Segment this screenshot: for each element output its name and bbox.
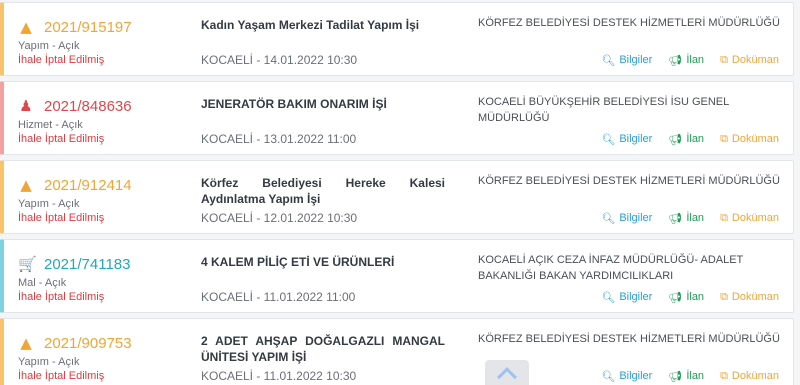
road-icon: ▲ (20, 18, 32, 36)
search-icon: 🔍︎ (601, 369, 616, 383)
copy-icon: ⧉ (720, 132, 728, 145)
tender-id[interactable]: 2021/915197 (44, 19, 132, 36)
document-button[interactable]: ⧉ Doküman (720, 290, 779, 304)
copy-icon: ⧉ (720, 369, 728, 382)
tender-type: Yapım - Açık (18, 198, 80, 210)
cart-icon: 🛒 (18, 255, 37, 273)
tender-status: İhale İptal Edilmiş (18, 54, 105, 66)
tender-id[interactable]: 2021/741183 (44, 256, 130, 273)
tender-id-row[interactable]: 🛒 2021/741183 (18, 255, 130, 273)
tender-organization: KOCAELİ BÜYÜKŞEHİR BELEDİYESİ İSU GENEL … (478, 96, 729, 124)
search-icon: 🔍︎ (601, 132, 616, 146)
copy-icon: ⧉ (720, 290, 728, 303)
tender-location-date: KOCAELİ - 12.01.2022 10:30 (201, 211, 358, 225)
info-button[interactable]: 🔍︎ Bilgiler (601, 369, 652, 383)
announcement-label: İlan (686, 370, 705, 382)
info-label: Bilgiler (619, 212, 653, 224)
tender-actions: 🔍︎ Bilgiler 📢︎ İlan ⧉ Doküman (601, 211, 779, 225)
scroll-to-top-button[interactable] (485, 360, 529, 385)
tender-location-date: KOCAELİ - 13.01.2022 11:00 (201, 132, 357, 146)
copy-icon: ⧉ (720, 211, 728, 224)
megaphone-icon: 📢︎ (668, 211, 683, 225)
tender-actions: 🔍︎ Bilgiler 📢︎ İlan ⧉ Doküman (601, 53, 779, 67)
info-label: Bilgiler (619, 54, 653, 66)
tender-id-row[interactable]: ▲ 2021/912414 (18, 176, 132, 194)
document-button[interactable]: ⧉ Doküman (720, 132, 779, 146)
chevron-up-icon (497, 367, 517, 385)
announcement-button[interactable]: 📢︎ İlan (668, 132, 704, 146)
megaphone-icon: 📢︎ (668, 53, 683, 67)
tender-organization: KOCAELİ AÇIK CEZA İNFAZ MÜDÜRLÜĞÜ- ADALE… (478, 254, 744, 282)
announcement-button[interactable]: 📢︎ İlan (668, 290, 704, 304)
tender-card[interactable]: 🛒 2021/741183 Mal - Açık İhale İptal Edi… (0, 239, 794, 313)
document-label: Doküman (731, 291, 779, 303)
tender-status: İhale İptal Edilmiş (18, 212, 105, 224)
tender-location-date: KOCAELİ - 11.01.2022 11:00 (201, 290, 356, 304)
tender-id-row[interactable]: ▲ 2021/915197 (18, 18, 132, 36)
search-icon: 🔍︎ (601, 290, 616, 304)
announcement-button[interactable]: 📢︎ İlan (668, 53, 704, 67)
document-button[interactable]: ⧉ Doküman (720, 53, 779, 67)
tender-id-row[interactable]: ♟ 2021/848636 (18, 97, 132, 115)
tender-type: Mal - Açık (18, 277, 67, 289)
document-label: Doküman (731, 133, 779, 145)
tender-status: İhale İptal Edilmiş (18, 370, 105, 382)
document-label: Doküman (731, 212, 779, 224)
tender-title[interactable]: Körfez Belediyesi Hereke Kalesi Aydınlat… (201, 175, 445, 207)
announcement-button[interactable]: 📢︎ İlan (668, 369, 704, 383)
info-button[interactable]: 🔍︎ Bilgiler (601, 132, 652, 146)
info-button[interactable]: 🔍︎ Bilgiler (601, 211, 652, 225)
info-label: Bilgiler (619, 133, 653, 145)
megaphone-icon: 📢︎ (668, 132, 683, 146)
announcement-label: İlan (686, 212, 705, 224)
document-label: Doküman (731, 370, 779, 382)
info-button[interactable]: 🔍︎ Bilgiler (601, 53, 652, 67)
tender-organization: KÖRFEZ BELEDİYESİ DESTEK HİZMETLERİ MÜDÜ… (478, 17, 780, 29)
search-icon: 🔍︎ (601, 53, 616, 67)
tender-type: Yapım - Açık (18, 356, 80, 368)
info-label: Bilgiler (619, 291, 653, 303)
megaphone-icon: 📢︎ (668, 290, 683, 304)
tender-organization: KÖRFEZ BELEDİYESİ DESTEK HİZMETLERİ MÜDÜ… (478, 175, 780, 187)
tender-card[interactable]: ▲ 2021/912414 Yapım - Açık İhale İptal E… (0, 160, 794, 234)
tender-actions: 🔍︎ Bilgiler 📢︎ İlan ⧉ Doküman (601, 369, 779, 383)
tender-title[interactable]: JENERATÖR BAKIM ONARIM İŞİ (201, 96, 445, 112)
tender-card[interactable]: ▲ 2021/909753 Yapım - Açık İhale İptal E… (0, 318, 794, 385)
document-button[interactable]: ⧉ Doküman (720, 211, 779, 225)
tender-id[interactable]: 2021/848636 (44, 98, 132, 115)
road-icon: ▲ (20, 334, 32, 352)
tender-id[interactable]: 2021/909753 (44, 335, 132, 352)
info-button[interactable]: 🔍︎ Bilgiler (601, 290, 652, 304)
tender-organization: KÖRFEZ BELEDİYESİ DESTEK HİZMETLERİ MÜDÜ… (478, 333, 780, 345)
tender-status: İhale İptal Edilmiş (18, 133, 105, 145)
tender-card[interactable]: ▲ 2021/915197 Yapım - Açık İhale İptal E… (0, 2, 794, 76)
tender-id-row[interactable]: ▲ 2021/909753 (18, 334, 132, 352)
tender-actions: 🔍︎ Bilgiler 📢︎ İlan ⧉ Doküman (601, 132, 779, 146)
road-icon: ▲ (20, 176, 32, 194)
person-icon: ♟ (19, 97, 33, 115)
tender-actions: 🔍︎ Bilgiler 📢︎ İlan ⧉ Doküman (601, 290, 779, 304)
announcement-label: İlan (686, 54, 705, 66)
tender-type: Hizmet - Açık (18, 119, 83, 131)
tender-title[interactable]: Kadın Yaşam Merkezi Tadilat Yapım İşi (201, 17, 445, 33)
megaphone-icon: 📢︎ (668, 369, 683, 383)
tender-id[interactable]: 2021/912414 (44, 177, 132, 194)
search-icon: 🔍︎ (601, 211, 616, 225)
tender-status: İhale İptal Edilmiş (18, 291, 105, 303)
tender-card[interactable]: ♟ 2021/848636 Hizmet - Açık İhale İptal … (0, 81, 794, 155)
tender-type: Yapım - Açık (18, 40, 80, 52)
document-button[interactable]: ⧉ Doküman (720, 369, 779, 383)
document-label: Doküman (731, 54, 779, 66)
tender-title[interactable]: 4 KALEM PİLİÇ ETİ VE ÜRÜNLERİ (201, 254, 445, 270)
tender-location-date: KOCAELİ - 14.01.2022 10:30 (201, 53, 358, 67)
copy-icon: ⧉ (720, 53, 728, 66)
tender-title[interactable]: 2 ADET AHŞAP DOĞALGAZLI MANGAL ÜNİTESİ Y… (201, 333, 445, 365)
announcement-label: İlan (686, 133, 705, 145)
announcement-button[interactable]: 📢︎ İlan (668, 211, 704, 225)
info-label: Bilgiler (619, 370, 653, 382)
tender-location-date: KOCAELİ - 11.01.2022 10:30 (201, 369, 357, 383)
announcement-label: İlan (686, 291, 705, 303)
